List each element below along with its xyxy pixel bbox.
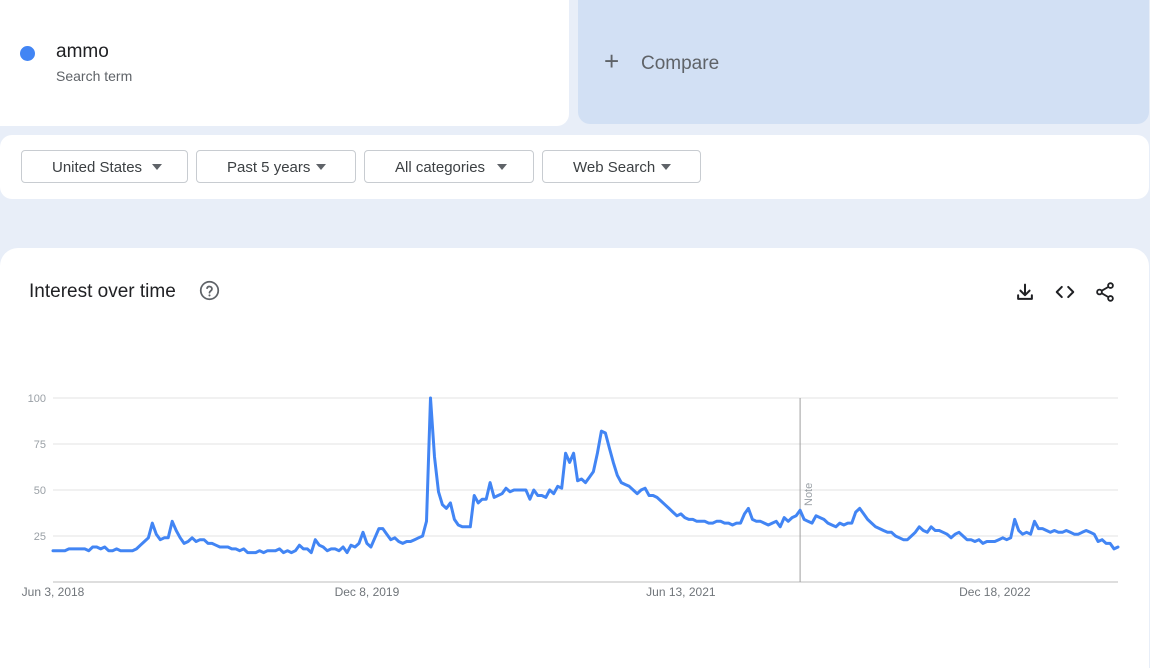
x-tick-label: Jun 13, 2021 <box>646 585 716 599</box>
search-type-dropdown[interactable]: Web Search <box>542 150 701 183</box>
category-dropdown-label: All categories <box>395 159 486 176</box>
interest-over-time-panel: Interest over time 25 50 75 100 Jun 3, 2018 D… <box>0 248 1149 668</box>
y-tick-label: 25 <box>34 531 46 543</box>
period-dropdown-label: Past 5 years <box>227 159 311 176</box>
region-dropdown-label: United States <box>52 159 143 176</box>
note-label: Note <box>803 483 815 506</box>
chevron-down-icon <box>661 164 671 170</box>
search-term-card[interactable]: ammo Search term <box>0 0 569 126</box>
x-tick-label: Dec 8, 2019 <box>335 585 400 599</box>
category-dropdown[interactable]: All categories <box>364 150 534 183</box>
chevron-down-icon <box>316 164 326 170</box>
chevron-down-icon <box>497 164 507 170</box>
filter-bar: United States Past 5 years All categorie… <box>0 135 1149 199</box>
interest-chart: 25 50 75 100 Jun 3, 2018 Dec 8, 2019 Jun 13, 2… <box>22 393 1120 599</box>
series-color-dot <box>20 46 35 61</box>
x-tick-label: Dec 18, 2022 <box>959 585 1031 599</box>
series-line-ammo <box>51 396 1120 555</box>
chevron-down-icon <box>152 164 162 170</box>
search-term-subtitle: Search term <box>56 68 133 84</box>
y-tick-label: 50 <box>34 485 46 497</box>
compare-label: Compare <box>641 53 720 74</box>
plus-icon: + <box>604 46 620 76</box>
x-tick-label: Jun 3, 2018 <box>22 585 85 599</box>
search-type-dropdown-label: Web Search <box>573 159 656 176</box>
period-dropdown[interactable]: Past 5 years <box>196 150 356 183</box>
y-tick-label: 75 <box>34 439 46 451</box>
compare-button[interactable]: + Compare <box>578 0 1149 124</box>
search-term-name[interactable]: ammo <box>56 41 109 63</box>
region-dropdown[interactable]: United States <box>21 150 188 183</box>
y-tick-label: 100 <box>28 393 46 405</box>
